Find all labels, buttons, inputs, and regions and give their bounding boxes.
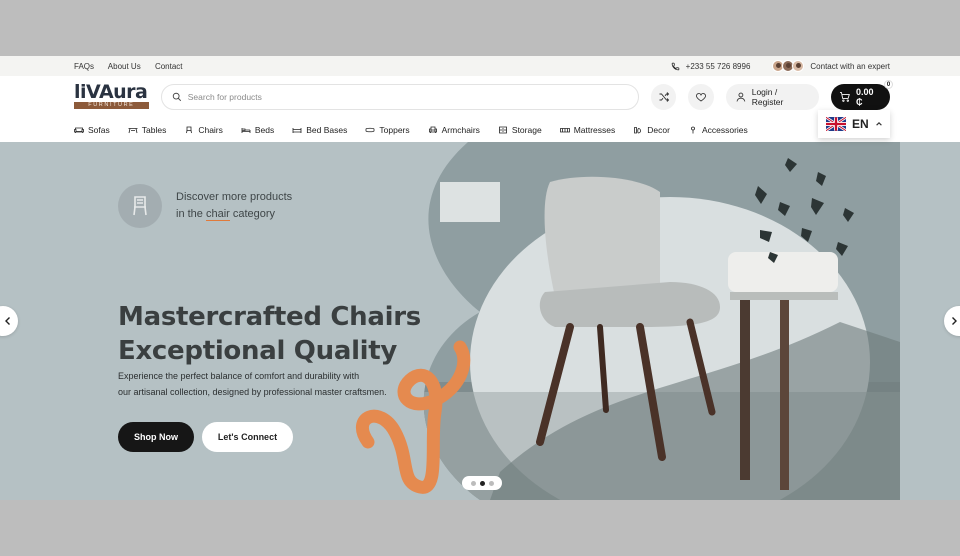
chair-category-icon [118, 184, 162, 228]
top-right: +233 55 726 8996 Contact with an expert [671, 60, 890, 72]
nav-item-armchairs[interactable]: Armchairs [428, 125, 480, 135]
faqs-link[interactable]: FAQs [74, 62, 94, 71]
table-icon [128, 128, 138, 134]
nav-label: Toppers [379, 125, 410, 135]
nav-item-tables[interactable]: Tables [128, 125, 167, 135]
compare-button[interactable] [650, 84, 677, 110]
chevron-up-icon [875, 122, 882, 126]
bed-icon [241, 128, 251, 133]
chair-icon [186, 126, 193, 134]
page: FAQs About Us Contact +233 55 726 8996 C… [0, 56, 960, 500]
discover-line-2: in the chair category [176, 206, 292, 223]
description-line-1: Experience the perfect balance of comfor… [118, 371, 360, 381]
cart-button[interactable]: 0.00 ₵ 0 [831, 80, 893, 110]
slider-prev-button[interactable] [0, 306, 18, 336]
avatar [792, 60, 805, 72]
nav-item-beds[interactable]: Beds [241, 125, 274, 135]
wishlist-button[interactable] [688, 84, 714, 110]
topper-icon [365, 127, 375, 133]
armchair-icon [428, 126, 437, 133]
nav-item-storage[interactable]: Storage [498, 125, 542, 135]
nav-label: Tables [141, 125, 167, 135]
hero-slider: Discover more products in the chair cate… [0, 142, 960, 500]
logo-wordmark: liVAura [74, 81, 148, 103]
expert-avatars [772, 60, 805, 72]
cart-count-badge: 0 [884, 80, 893, 89]
headline-line-2: Exceptional Quality [118, 336, 398, 366]
nav-item-toppers[interactable]: Toppers [365, 125, 410, 135]
nav-label: Armchairs [441, 125, 480, 135]
contact-link[interactable]: Contact [155, 62, 183, 71]
bed-base-icon [292, 128, 302, 133]
discover-suffix: category [229, 208, 276, 220]
phone-link[interactable]: +233 55 726 8996 [671, 61, 751, 71]
accessories-icon [691, 126, 695, 134]
shop-now-button[interactable]: Shop Now [118, 422, 194, 452]
phone-icon [671, 62, 679, 70]
logo-subtitle: FURNITURE [74, 102, 149, 109]
description-line-2: our artisanal collection, designed by pr… [118, 387, 387, 397]
search-bar[interactable] [160, 84, 639, 110]
mattress-icon [559, 128, 570, 133]
nav-item-decor[interactable]: Decor [633, 125, 670, 135]
cart-icon [840, 92, 851, 102]
nav-label: Storage [511, 125, 542, 135]
discover-text: Discover more products in the chair cate… [176, 189, 292, 223]
nav-label: Chairs [198, 125, 223, 135]
hero-description: Experience the perfect balance of comfor… [118, 368, 428, 400]
slider-dot-active[interactable] [479, 480, 485, 486]
header: liVAura FURNITURE Login / Register 0.00 … [0, 76, 960, 118]
heart-icon [696, 93, 707, 102]
search-icon [172, 92, 181, 102]
decor-icon [634, 127, 642, 134]
cart-total: 0.00 ₵ [855, 87, 874, 107]
slider-next-button[interactable] [944, 306, 960, 336]
category-promo[interactable]: Discover more products in the chair cate… [118, 184, 292, 228]
nav-label: Accessories [701, 125, 748, 135]
slider-pagination [462, 476, 502, 490]
nav-item-accessories[interactable]: Accessories [688, 125, 748, 135]
nav-label: Bed Bases [306, 125, 348, 135]
phone-number: +233 55 726 8996 [685, 61, 751, 71]
nav-label: Decor [647, 125, 670, 135]
headline-line-1: Mastercrafted Chairs [118, 302, 421, 332]
slider-dot[interactable] [488, 480, 494, 486]
slider-dot[interactable] [470, 480, 476, 486]
chair-category-link[interactable]: chair [205, 208, 230, 221]
nav-item-bed-bases[interactable]: Bed Bases [292, 125, 347, 135]
discover-line-1: Discover more products [176, 191, 293, 203]
nav-item-mattresses[interactable]: Mattresses [559, 125, 616, 135]
about-us-link[interactable]: About Us [108, 62, 141, 71]
sofa-icon [74, 127, 84, 133]
lets-connect-button[interactable]: Let's Connect [202, 422, 293, 452]
site-logo[interactable]: liVAura FURNITURE [74, 83, 149, 111]
login-label: Login / Register [751, 87, 784, 107]
login-register-button[interactable]: Login / Register [725, 84, 820, 110]
nav-item-sofas[interactable]: Sofas [74, 125, 110, 135]
chevron-right-icon [952, 317, 957, 325]
top-links: FAQs About Us Contact [74, 62, 195, 71]
chevron-left-icon [5, 317, 10, 325]
user-icon [736, 92, 746, 102]
uk-flag-icon [826, 117, 846, 131]
category-nav: Sofas Tables Chairs Beds Bed Bases Toppe… [0, 110, 960, 142]
storage-icon [499, 126, 507, 134]
nav-item-chairs[interactable]: Chairs [184, 125, 223, 135]
search-input[interactable] [187, 92, 608, 102]
language-selector[interactable]: EN [818, 110, 890, 138]
nav-label: Beds [254, 125, 275, 135]
discover-prefix: in the [176, 208, 206, 220]
hero-chair-image [356, 142, 900, 500]
nav-label: Mattresses [573, 125, 616, 135]
shuffle-icon [659, 92, 669, 102]
language-code: EN [852, 117, 869, 131]
nav-label: Sofas [88, 125, 110, 135]
hero-headline: Mastercrafted Chairs Exceptional Quality [118, 300, 421, 368]
top-bar: FAQs About Us Contact +233 55 726 8996 C… [0, 56, 960, 76]
contact-expert-link[interactable]: Contact with an expert [810, 62, 890, 71]
